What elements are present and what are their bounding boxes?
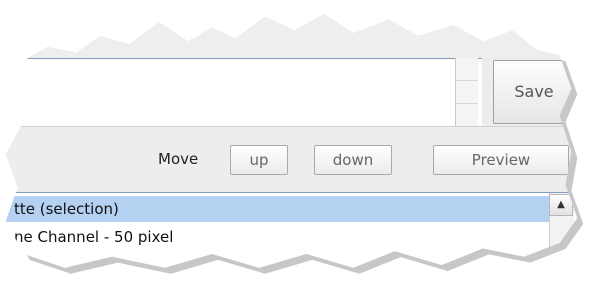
text-area[interactable]: [5, 58, 482, 128]
move-label: Move: [158, 150, 199, 168]
preview-button[interactable]: Preview: [433, 145, 569, 175]
scroll-cell: [456, 81, 478, 104]
scroll-up-icon[interactable]: ▲: [549, 194, 573, 216]
top-band: [5, 13, 578, 58]
screenshot-clip: Save Move up down Preview tte (selection…: [5, 13, 578, 268]
move-up-button[interactable]: up: [230, 145, 288, 175]
text-area-scrollbar[interactable]: [455, 58, 478, 127]
scroll-cell: [456, 104, 478, 127]
scroll-cell: [456, 58, 478, 81]
list-item[interactable]: ne Channel - 50 pixel: [6, 224, 562, 250]
list-item[interactable]: tte (selection): [5, 196, 562, 222]
move-down-button[interactable]: down: [314, 145, 392, 175]
